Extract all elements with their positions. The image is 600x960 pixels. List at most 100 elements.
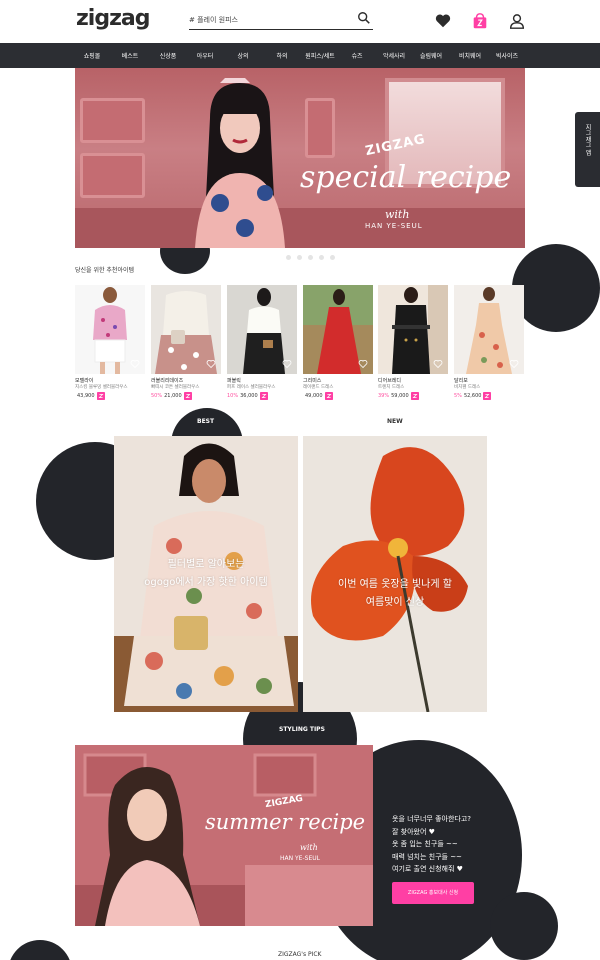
product-price: 59,000 [391,393,409,399]
copy-line: 옷을 너무너무 좋아한다고? [392,815,472,823]
product-image [303,285,373,374]
hero-cabinet [80,98,145,143]
carousel-dot[interactable] [297,255,302,260]
best-tab[interactable]: BEST [197,418,214,425]
best-card-line: ogogo에서 가장 핫한 아이템 [144,577,268,588]
carousel-dot[interactable] [308,255,313,260]
product-card[interactable]: 디어브레디 트렌치 드레스 39% 59,000 [378,285,448,405]
carousel-dots [286,255,335,260]
search-icon[interactable] [357,11,371,25]
new-tab[interactable]: NEW [387,418,403,425]
product-name: 빠띠시 코튼 셀러블라우스 [151,385,200,390]
wishlist-heart-icon[interactable] [509,359,519,369]
carousel-dot[interactable] [286,255,291,260]
styling-tips-title: STYLING TIPS [279,726,325,733]
product-image [75,285,145,374]
styling-banner-title: summer recipe [205,810,366,834]
user-icon[interactable] [508,12,526,30]
cart-bag-icon[interactable] [96,392,105,400]
copy-line: 잘 찾아왔어 ♥ [392,827,435,836]
product-image [151,285,221,374]
hero-cabinet [80,153,145,198]
product-name: 트렌치 드레스 [378,385,405,390]
logo[interactable]: zigzag [76,6,150,31]
new-card[interactable]: 이번 여름 옷장을 빛나게 할 여름맞이 신상 [303,436,487,712]
product-price: 52,600 [463,393,482,399]
product-price-row: 43,900 [75,392,105,400]
best-card-caption: 필터별로 알아보는 ogogo에서 가장 핫한 아이템 [114,556,298,592]
product-discount: 39% [378,393,390,399]
best-card[interactable]: 필터별로 알아보는 ogogo에서 가장 핫한 아이템 [114,436,298,712]
hero-cabinet [305,98,335,158]
app-side-tab[interactable]: 지그재그 앱 [575,112,600,187]
product-card[interactable]: 러블리리데이즈 빠띠시 코튼 셀러블라우스 50% 21,000 [151,285,221,405]
product-name: 비치웬 드레스 [454,385,481,390]
hero-banner[interactable]: ZIGZAG special recipe with HAN YE-SEUL [75,68,525,248]
product-discount: 10% [227,393,239,399]
product-name: 레이랜드 드레스 [303,385,334,390]
search-input[interactable] [189,12,349,28]
pick-section-title: ZIGZAG's PICK [278,951,322,958]
product-shop: 퍼블릭 [227,378,241,384]
product-price: 36,000 [240,393,258,399]
carousel-dot[interactable] [330,255,335,260]
product-shop: 달리보 [454,378,468,384]
styling-subtitle: HAN YE-SEUL [280,855,320,862]
product-price: 43,900 [77,393,95,399]
copy-line: 여기로 출연 신청해줘 ♥ [392,865,463,873]
side-tab-label: 지그재그 앱 [584,124,591,156]
new-card-line: 여름맞이 신상 [365,597,425,608]
hero-title: special recipe [300,160,512,195]
product-shop: 그리미스 [303,378,322,384]
new-card-line: 이번 여름 옷장을 빛나게 할 [338,579,452,590]
product-name: 퍼프 레이스 셀러블라우스 [227,385,276,390]
product-shop: 러블리리데이즈 [151,378,184,384]
product-card[interactable]: 퍼블릭 퍼프 레이스 셀러블라우스 10% 36,000 [227,285,297,405]
product-card[interactable]: 그리미스 레이랜드 드레스 49,000 [303,285,373,405]
cart-bag-icon[interactable] [324,392,333,400]
shopping-bag-icon[interactable] [471,12,489,30]
cart-bag-icon[interactable] [410,392,419,400]
heart-icon[interactable] [434,12,452,30]
product-name: 지스킹 블루밍 셀러블라우스 [75,385,128,390]
product-price-row: 50% 21,000 [151,392,192,400]
carousel-dot[interactable] [319,255,324,260]
product-discount: 5% [454,393,462,399]
ambassador-apply-button[interactable]: ZIGZAG 홍보대사 신청 [392,882,474,904]
copy-line: 매력 넘치는 친구들 ~~ [392,852,462,861]
product-price-row: 39% 59,000 [378,392,419,400]
product-price-row: 10% 36,000 [227,392,268,400]
product-price-row: 49,000 [303,392,333,400]
wishlist-heart-icon[interactable] [130,359,140,369]
decor-circle [512,244,600,332]
cart-bag-icon[interactable] [483,392,492,400]
decor-circle [490,892,558,960]
hero-with: with [385,208,410,221]
cart-bag-icon[interactable] [259,392,268,400]
product-price-row: 5% 52,600 [454,392,492,400]
wishlist-heart-icon[interactable] [282,359,292,369]
category-nav: 쇼핑몰 베스트 신상품 아우터 상의 하의 원피스/세트 슈즈 악세사리 슬림웨… [0,43,600,68]
styling-banner-photo [75,745,373,926]
wishlist-heart-icon[interactable] [433,359,443,369]
wishlist-heart-icon[interactable] [358,359,368,369]
new-card-photo [311,447,468,712]
product-image [378,285,448,374]
product-shop: 모델라이 [75,378,94,384]
hero-model-figure [195,78,285,248]
copy-line: 옷 좀 입는 친구들 ~~ [392,840,458,848]
product-image [227,285,297,374]
product-price: 21,000 [164,393,182,399]
ambassador-copy: 옷을 너무너무 좋아한다고? 잘 찾아왔어 ♥ 옷 좀 입는 친구들 ~~ 매력… [392,813,471,876]
best-card-line: 필터별로 알아보는 [167,559,245,570]
product-card[interactable]: 달리보 비치웬 드레스 5% 52,600 [454,285,524,405]
styling-banner[interactable]: ZIGZAG summer recipe with HAN YE-SEUL [75,745,373,926]
search-bar [189,10,373,30]
wishlist-heart-icon[interactable] [206,359,216,369]
product-discount: 50% [151,393,163,399]
new-card-caption: 이번 여름 옷장을 빛나게 할 여름맞이 신상 [303,576,487,612]
product-card[interactable]: 모델라이 지스킹 블루밍 셀러블라우스 43,900 [75,285,145,405]
product-price: 49,000 [305,393,323,399]
cart-bag-icon[interactable] [183,392,192,400]
nav-item[interactable]: 빅사이즈 [477,51,537,60]
